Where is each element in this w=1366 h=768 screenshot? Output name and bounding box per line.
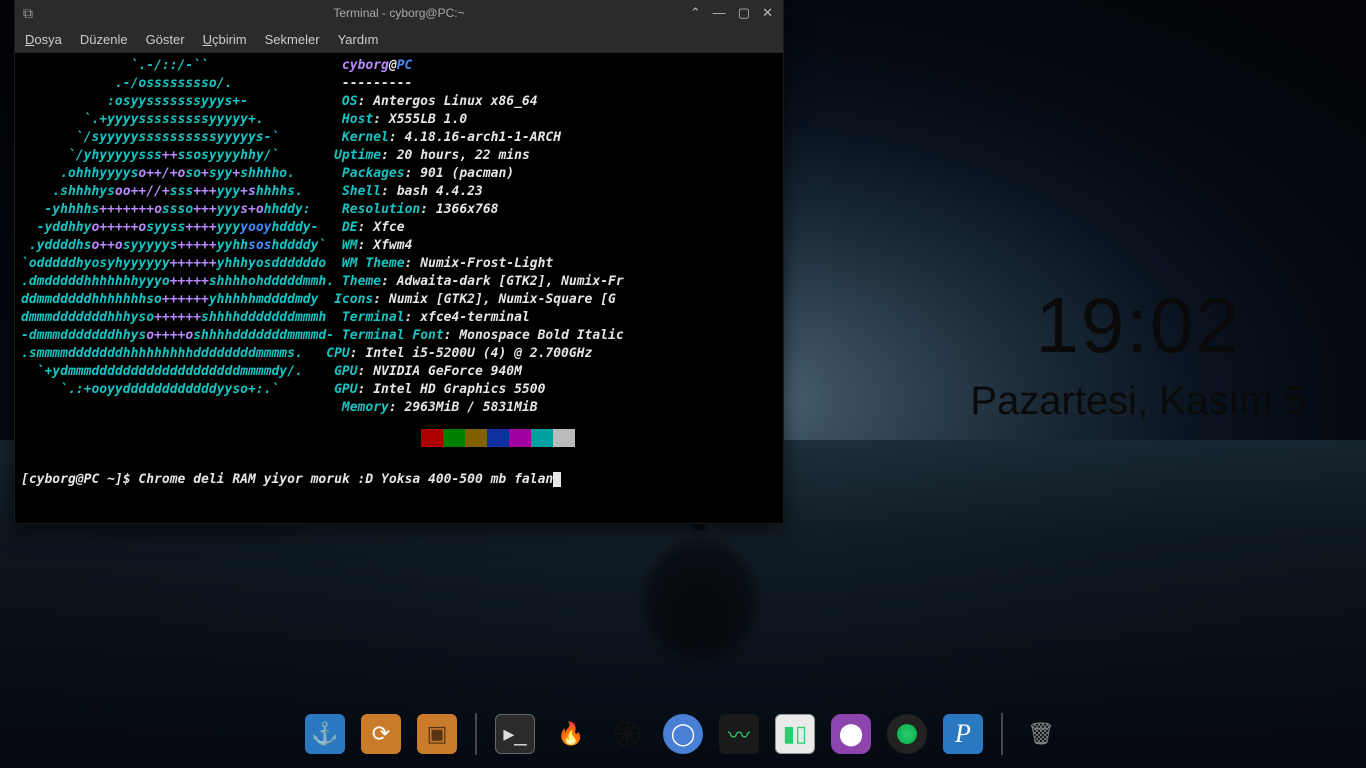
menu-tabs[interactable]: Sekmeler (265, 32, 320, 47)
window-titlebar[interactable]: ⧉ Terminal - cyborg@PC:~ ⌃ — ▢ ✕ (15, 0, 783, 27)
clock-time: 19:02 (970, 280, 1306, 371)
menu-terminal[interactable]: Uçbirim (203, 32, 247, 47)
color-swatches (421, 429, 575, 447)
dock-p-app[interactable]: P (941, 712, 985, 756)
window-menu-button[interactable]: ⌃ (690, 5, 701, 21)
dock-battery[interactable]: ▮▯ (773, 712, 817, 756)
terminal-output[interactable]: `.-/::/-`` cyborg@PC .-/osssssssso/. ---… (15, 53, 783, 523)
menu-help[interactable]: Yardım (338, 32, 379, 47)
menu-bar[interactable]: Dosya Düzenle Göster Uçbirim Sekmeler Ya… (15, 27, 783, 53)
cursor (553, 472, 561, 487)
menu-file[interactable]: Dosya (25, 32, 62, 47)
dock-network-config[interactable] (605, 712, 649, 756)
terminal-titlebar-icon: ⧉ (15, 5, 41, 22)
dock[interactable]: ⚓ ⟳ ▣ ▸_ 🔥 ◯ 〰 ▮▯ ⬤ P 🗑 (293, 706, 1073, 762)
window-title: Terminal - cyborg@PC:~ (15, 6, 783, 20)
maximize-button[interactable]: ▢ (738, 5, 750, 21)
dock-system-monitor[interactable]: 〰 (717, 712, 761, 756)
dock-camera[interactable] (885, 712, 929, 756)
close-button[interactable]: ✕ (762, 5, 773, 21)
dock-separator (475, 713, 477, 755)
menu-view[interactable]: Göster (146, 32, 185, 47)
dock-toggle-app[interactable]: ⬤ (829, 712, 873, 756)
dock-trash[interactable]: 🗑 (1019, 712, 1063, 756)
dock-terminal[interactable]: ▸_ (493, 712, 537, 756)
shell-prompt: [cyborg@PC ~]$ (21, 472, 138, 487)
dock-separator (1001, 713, 1003, 755)
dock-package-update[interactable]: ⟳ (359, 712, 403, 756)
dock-anchor-app[interactable]: ⚓ (303, 712, 347, 756)
desktop-clock-widget: 19:02 Pazartesi, Kasım 5 (970, 280, 1306, 424)
menu-edit[interactable]: Düzenle (80, 32, 128, 47)
terminal-window[interactable]: ⧉ Terminal - cyborg@PC:~ ⌃ — ▢ ✕ Dosya D… (14, 0, 784, 524)
dock-packages[interactable]: ▣ (415, 712, 459, 756)
command-input[interactable]: Chrome deli RAM yiyor moruk :D Yoksa 400… (138, 472, 553, 487)
dock-chromium[interactable]: ◯ (661, 712, 705, 756)
clock-date: Pazartesi, Kasım 5 (970, 379, 1306, 424)
minimize-button[interactable]: — (713, 5, 726, 21)
dock-torch-app[interactable]: 🔥 (549, 712, 593, 756)
